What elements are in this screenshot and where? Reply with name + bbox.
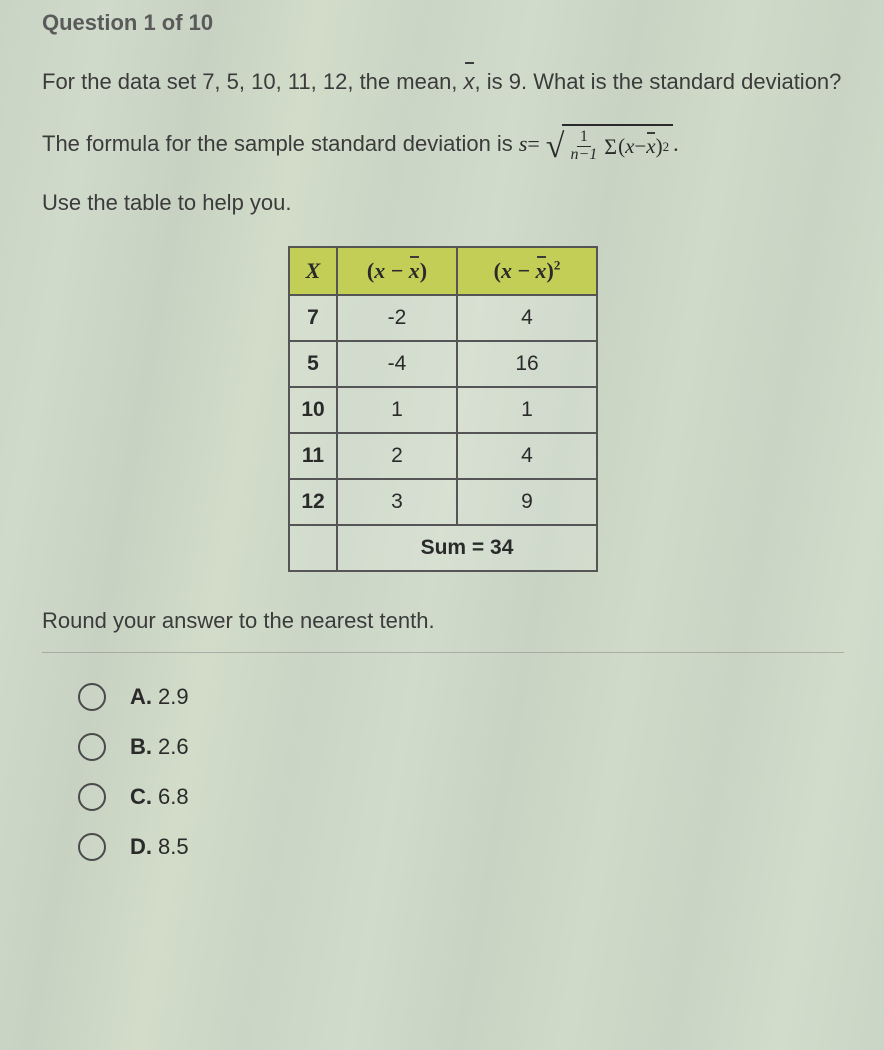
option-value: 8.5: [158, 834, 189, 859]
cell-sq: 4: [457, 295, 597, 341]
cell-diff: 3: [337, 479, 457, 525]
frac-num: 1: [577, 129, 591, 147]
table-row: 7-24: [289, 295, 597, 341]
cell-x: 10: [289, 387, 337, 433]
help-line: Use the table to help you.: [42, 190, 844, 216]
th2-xbar: x: [536, 258, 547, 284]
th-paren-close: ): [420, 258, 427, 283]
option-letter: A.: [130, 684, 152, 709]
option-label: C.6.8: [130, 784, 189, 810]
answer-option-b[interactable]: B.2.6: [78, 733, 844, 761]
th-x-var: x: [374, 258, 385, 283]
formula-intro: The formula for the sample standard devi…: [42, 131, 513, 157]
table-row: 5-416: [289, 341, 597, 387]
table-row: 1239: [289, 479, 597, 525]
answer-options: A.2.9B.2.6C.6.8D.8.5: [42, 683, 844, 861]
fraction: 1 n−1: [567, 129, 600, 164]
prompt-text-2: , is 9. What is the standard deviation?: [475, 69, 842, 94]
sum-empty: [289, 525, 337, 571]
answer-option-c[interactable]: C.6.8: [78, 783, 844, 811]
option-label: A.2.9: [130, 684, 189, 710]
sigma-icon: Σ: [604, 134, 617, 160]
option-label: D.8.5: [130, 834, 189, 860]
th2-paren-close: ): [547, 258, 554, 283]
radio-icon[interactable]: [78, 783, 106, 811]
th-xbar: x: [409, 258, 420, 284]
th-x: X: [289, 247, 337, 295]
th-diff: (x − x): [337, 247, 457, 295]
radio-icon[interactable]: [78, 683, 106, 711]
formula-line: The formula for the sample standard devi…: [42, 124, 844, 164]
cell-diff: 1: [337, 387, 457, 433]
paren-close: ): [656, 134, 663, 159]
squared: 2: [663, 139, 670, 155]
cell-diff: -2: [337, 295, 457, 341]
var-x: x: [625, 134, 634, 159]
option-value: 2.6: [158, 734, 189, 759]
cell-sq: 9: [457, 479, 597, 525]
minus: −: [634, 134, 646, 159]
under-root: 1 n−1 Σ ( x − x ) 2: [562, 124, 673, 164]
option-letter: D.: [130, 834, 152, 859]
divider: [42, 652, 844, 653]
var-xbar: x: [646, 134, 655, 159]
x-bar-symbol: x: [464, 64, 475, 100]
cell-x: 12: [289, 479, 337, 525]
radio-icon[interactable]: [78, 833, 106, 861]
prompt-text-1: For the data set 7, 5, 10, 11, 12, the m…: [42, 69, 464, 94]
sqrt-wrap: √ 1 n−1 Σ ( x − x ) 2: [546, 124, 673, 164]
radio-icon[interactable]: [78, 733, 106, 761]
th-minus: −: [385, 258, 409, 283]
question-number: Question 1 of 10: [42, 10, 844, 36]
period: .: [673, 131, 679, 157]
option-value: 2.9: [158, 684, 189, 709]
table-row: 1124: [289, 433, 597, 479]
frac-den: n−1: [567, 147, 600, 164]
formula-equals: =: [527, 131, 539, 157]
answer-option-a[interactable]: A.2.9: [78, 683, 844, 711]
th2-minus: −: [512, 258, 536, 283]
cell-x: 5: [289, 341, 337, 387]
option-letter: B.: [130, 734, 152, 759]
cell-sq: 4: [457, 433, 597, 479]
option-value: 6.8: [158, 784, 189, 809]
option-letter: C.: [130, 784, 152, 809]
answer-option-d[interactable]: D.8.5: [78, 833, 844, 861]
round-instruction: Round your answer to the nearest tenth.: [42, 608, 844, 634]
cell-sq: 1: [457, 387, 597, 433]
formula: s = √ 1 n−1 Σ ( x − x ) 2 .: [519, 124, 679, 164]
th2-x-var: x: [501, 258, 512, 283]
calc-table: X (x − x) (x − x)2 7-245-416101111241239: [288, 246, 598, 572]
cell-sq: 16: [457, 341, 597, 387]
cell-diff: -4: [337, 341, 457, 387]
cell-x: 7: [289, 295, 337, 341]
cell-diff: 2: [337, 433, 457, 479]
th-sq: (x − x)2: [457, 247, 597, 295]
formula-lhs: s: [519, 131, 528, 157]
question-prompt: For the data set 7, 5, 10, 11, 12, the m…: [42, 64, 844, 100]
th2-paren: (: [494, 258, 501, 283]
sum-cell: Sum = 34: [337, 525, 597, 571]
option-label: B.2.6: [130, 734, 189, 760]
table-row: 1011: [289, 387, 597, 433]
th2-sq: 2: [554, 258, 561, 273]
cell-x: 11: [289, 433, 337, 479]
